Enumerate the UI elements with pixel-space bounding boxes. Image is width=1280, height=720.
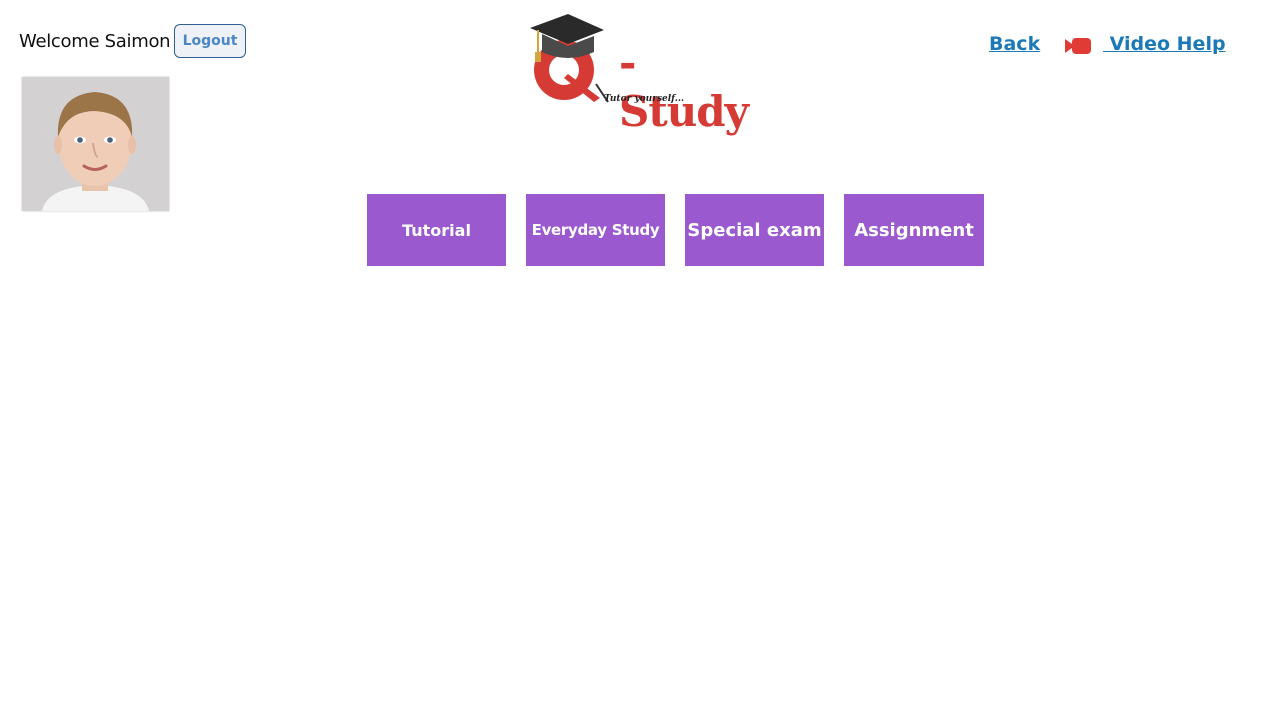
back-link[interactable]: Back	[989, 33, 1040, 55]
q-study-logo: -Study Tutor yourself...	[524, 8, 756, 136]
tutorial-button[interactable]: Tutorial	[367, 194, 506, 266]
avatar	[22, 77, 169, 211]
child-portrait-icon	[22, 77, 169, 211]
everyday-study-button[interactable]: Everyday Study	[526, 194, 665, 266]
logo-tagline: Tutor yourself...	[604, 94, 685, 104]
video-help-link[interactable]: Video Help	[1103, 33, 1226, 55]
welcome-text: Welcome Saimon	[19, 31, 171, 52]
special-exam-button[interactable]: Special exam	[685, 194, 824, 266]
video-camera-icon[interactable]	[1065, 36, 1092, 56]
assignment-button[interactable]: Assignment	[844, 194, 984, 266]
logout-button[interactable]: Logout	[174, 24, 246, 58]
logo-title: -Study	[619, 38, 749, 136]
